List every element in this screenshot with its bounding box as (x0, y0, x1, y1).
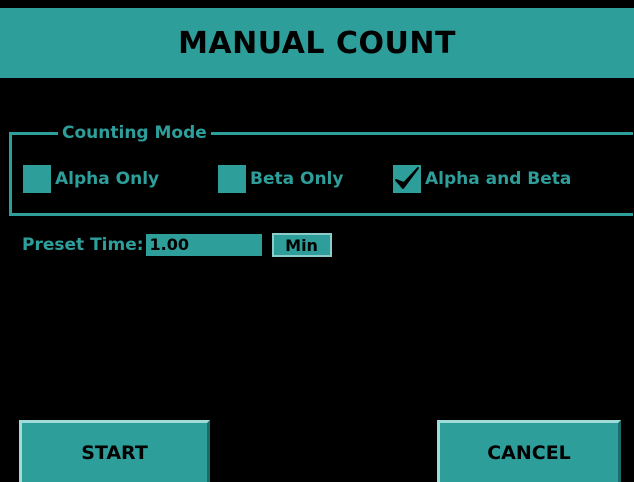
start-button[interactable]: START (19, 420, 210, 482)
alpha-and-beta-option[interactable]: Alpha and Beta (393, 164, 571, 194)
cancel-button[interactable]: CANCEL (437, 420, 621, 482)
alpha-only-label: Alpha Only (55, 169, 160, 189)
counting-mode-legend: Counting Mode (58, 122, 211, 144)
beta-only-label: Beta Only (250, 169, 344, 189)
page-title: MANUAL COUNT (178, 25, 456, 61)
checkmark-icon (395, 167, 419, 189)
beta-only-checkbox[interactable] (218, 165, 246, 193)
title-bar: MANUAL COUNT (0, 8, 634, 78)
alpha-only-option[interactable]: Alpha Only (23, 164, 159, 194)
preset-time-label: Preset Time: (22, 235, 144, 255)
alpha-only-checkbox[interactable] (23, 165, 51, 193)
manual-count-screen: MANUAL COUNT Counting Mode Alpha Only Be… (0, 0, 634, 482)
alpha-and-beta-checkbox[interactable] (393, 165, 421, 193)
beta-only-option[interactable]: Beta Only (218, 164, 343, 194)
counting-mode-group: Counting Mode Alpha Only Beta Only Alpha… (9, 122, 633, 216)
preset-time-input[interactable] (145, 234, 262, 256)
preset-unit-button[interactable]: Min (271, 233, 332, 257)
alpha-and-beta-label: Alpha and Beta (425, 169, 572, 189)
preset-time-row: Preset Time: Min (22, 232, 332, 258)
